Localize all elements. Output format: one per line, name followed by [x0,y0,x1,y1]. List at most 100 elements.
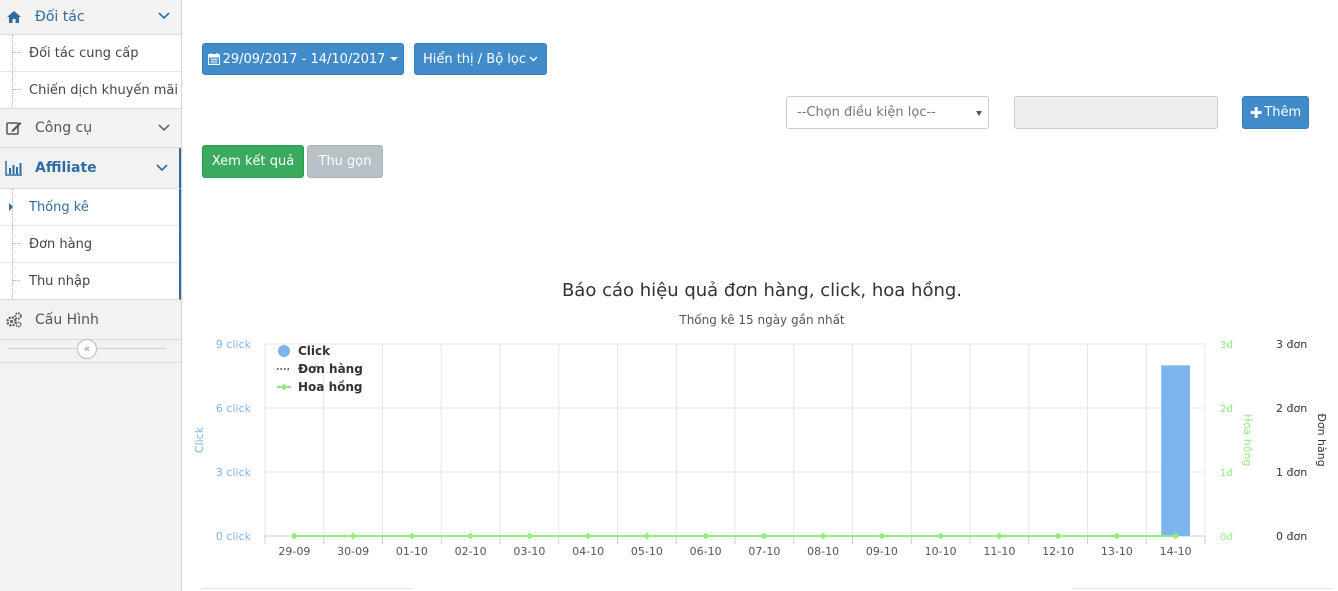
sidebar-item-chien-dich-khuyen-mai[interactable]: Chiến dịch khuyến mãi [0,71,181,108]
gears-icon [6,312,22,328]
select-caret-icon [976,111,982,116]
x-tick-label: 07-10 [748,545,780,558]
y-right1-tick-label: 2đ [1220,404,1233,415]
collapse-label: Thu gọn [318,154,372,169]
home-icon [7,11,21,23]
point-hoa-hong [819,532,827,540]
divider [1072,588,1332,589]
tree-dots [12,52,20,53]
nav-group-label: Đối tác [35,9,85,25]
point-hoa-hong [1054,532,1062,540]
point-hoa-hong [760,532,768,540]
point-hoa-hong [937,532,945,540]
bar-chart-icon [5,161,22,176]
legend-label-hoa-hong: Hoa hồng [298,380,362,394]
y-right2-tick-label: 0 đơn [1276,530,1307,543]
nav-group-label: Công cụ [35,120,93,136]
view-results-label: Xem kết quả [211,154,295,169]
point-hoa-hong [995,532,1003,540]
sidebar-item-label: Đối tác cung cấp [29,45,139,61]
nav-group-label: Affiliate [35,160,97,176]
legend-marker-hoa-hong-point [280,383,288,391]
y-right1-axis-label: Hoa hồng [1241,414,1254,467]
x-tick-label: 08-10 [807,545,839,558]
x-tick-label: 13-10 [1101,545,1133,558]
tree-line [12,72,13,108]
x-tick-label: 03-10 [513,545,545,558]
x-tick-label: 04-10 [572,545,604,558]
tree-dots [12,243,20,244]
x-tick-label: 12-10 [1042,545,1074,558]
x-tick-label: 10-10 [925,545,957,558]
date-range-button[interactable]: 29/09/2017 - 14/10/2017 [202,43,404,75]
plus-icon: ✚ [1249,103,1263,122]
y-left-tick-label: 3 click [216,466,252,479]
display-filter-label: Hiển thị / Bộ lọc [422,51,527,67]
x-tick-label: 29-09 [278,545,310,558]
sidebar-item-thong-ke[interactable]: Thống kê [0,189,179,225]
x-tick-label: 09-10 [866,545,898,558]
sidebar-item-don-hang[interactable]: Đơn hàng [0,225,179,262]
affiliate-submenu: Thống kê Đơn hàng Thu nhập [0,189,181,300]
x-tick-label: 01-10 [396,545,428,558]
nav-group-cong-cu[interactable]: Công cụ [0,109,181,148]
sidebar-item-thu-nhap[interactable]: Thu nhập [0,262,179,299]
y-left-tick-label: 6 click [216,402,252,415]
sidebar: Đối tác Đối tác cung cấp Chiến dịch khuy… [0,0,182,591]
legend-marker-click [278,345,290,357]
chevron-down-icon [529,56,538,62]
x-tick-label: 02-10 [455,545,487,558]
chevron-down-icon [156,164,168,172]
chevron-down-icon [158,12,170,20]
chevron-down-icon [158,124,170,132]
point-hoa-hong [702,532,710,540]
tree-line [12,35,13,71]
add-filter-button[interactable]: ✚ Thêm [1242,96,1309,129]
y-left-tick-label: 0 click [216,530,252,543]
y-right2-tick-label: 3 đơn [1276,338,1307,351]
sidebar-item-doi-tac-cung-cap[interactable]: Đối tác cung cấp [0,35,181,71]
legend-label-click: Click [298,344,331,358]
y-left-axis-label: Click [193,426,206,453]
nav-group-affiliate[interactable]: Affiliate [0,148,181,189]
display-filter-button[interactable]: Hiển thị / Bộ lọc [414,43,547,75]
view-results-button[interactable]: Xem kết quả [202,145,304,178]
tree-line [12,226,13,262]
nav-group-cau-hinh[interactable]: Cấu Hình [0,300,181,340]
nav-group-doi-tac[interactable]: Đối tác [0,0,181,35]
y-right1-tick-label: 0đ [1220,532,1233,543]
y-left-tick-label: 9 click [216,338,252,351]
sidebar-collapse-row: « [0,335,181,363]
point-hoa-hong [1113,532,1121,540]
y-right2-axis-label: Đơn hàng [1315,413,1328,466]
sidebar-item-label: Chiến dịch khuyến mãi [29,82,178,98]
point-hoa-hong [878,532,886,540]
y-right1-tick-label: 3đ [1220,340,1233,351]
filter-value-input[interactable] [1014,96,1218,129]
tree-dots [12,280,20,281]
date-range-label: 29/09/2017 - 14/10/2017 [222,51,386,67]
calendar-icon [207,53,220,65]
x-tick-label: 11-10 [983,545,1015,558]
collapse-sidebar-button[interactable]: « [77,339,97,359]
collapse-button[interactable]: Thu gọn [307,145,383,178]
legend-label-don-hang: Đơn hàng [298,362,363,376]
sidebar-item-label: Thống kê [29,199,89,215]
x-tick-label: 06-10 [690,545,722,558]
sidebar-item-label: Đơn hàng [29,236,93,252]
sidebar-item-label: Thu nhập [29,273,91,289]
tree-line [12,263,13,299]
edit-icon [6,122,22,135]
nav-group-label: Cấu Hình [35,311,99,328]
point-hoa-hong [408,532,416,540]
divider [202,588,412,589]
point-hoa-hong [467,532,475,540]
bar-click [1161,365,1190,536]
chart-subtitle: Thống kê 15 ngày gần nhất [679,313,845,327]
x-tick-label: 14-10 [1160,545,1192,558]
tree-dots [12,89,20,90]
point-hoa-hong [525,532,533,540]
point-hoa-hong [290,532,298,540]
filter-condition-select[interactable]: --Chọn điều kiện lọc-- [786,96,989,129]
point-hoa-hong [349,532,357,540]
